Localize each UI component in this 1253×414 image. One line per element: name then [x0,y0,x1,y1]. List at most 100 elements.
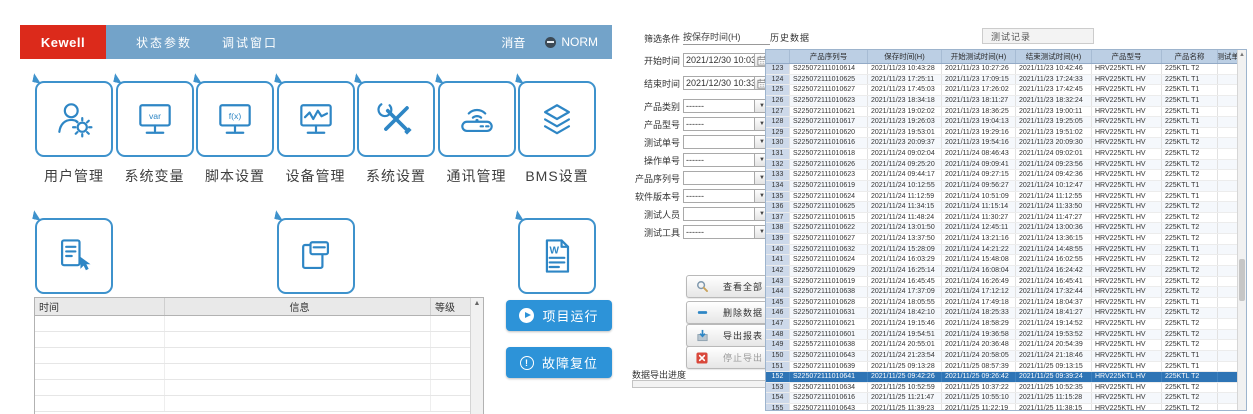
column-header-1[interactable]: 产品序列号 [790,50,868,63]
table-row[interactable]: 134S2250721110106192021/11/24 10:12:5520… [766,181,1246,192]
table-row[interactable]: 137S2250721110106152021/11/24 11:48:2420… [766,213,1246,224]
table-cell: 2021/11/24 16:45:41 [1016,277,1092,287]
column-header-6[interactable]: 产品名称 [1162,50,1218,63]
table-row[interactable]: 147S2250721110106212021/11/24 19:15:4620… [766,319,1246,330]
table-row[interactable]: 141S2250721110106242021/11/24 16:03:2920… [766,255,1246,266]
table-cell: 2021/11/24 21:23:54 [868,351,942,361]
launcher-item-user-management[interactable]: 用户管理 [34,81,114,186]
table-row[interactable]: 151S2250721110106392021/11/25 09:13:2820… [766,362,1246,373]
table-cell: 2021/11/23 18:11:27 [942,96,1016,106]
filter-input[interactable]: ------ [683,189,754,203]
filter-row-1: 开始时间2021/12/30 10:03 [634,52,770,68]
table-row[interactable]: 149S2255721110106382021/11/24 20:55:0120… [766,340,1246,351]
table-cell: 2021/11/24 11:33:50 [1016,202,1092,212]
fault-reset-button[interactable]: ! 故障复位 [506,347,612,378]
table-scrollbar[interactable]: ▲ [1237,50,1246,410]
table-row[interactable]: 143S2250721110106192021/11/24 16:45:4520… [766,277,1246,288]
row-number-cell: 151 [766,362,790,372]
table-row[interactable]: 139S2250721110106272021/11/24 13:37:5020… [766,234,1246,245]
launcher-item-system-settings[interactable]: 系统设置 [356,81,436,186]
scroll-thumb[interactable] [1239,259,1245,301]
log-scrollbar[interactable]: ▲ [470,298,483,414]
mute-button[interactable]: 消音 [501,34,525,51]
filter-input[interactable] [683,207,754,221]
process-edit-icon [277,218,355,294]
log-row[interactable] [35,380,483,396]
table-row[interactable]: 153S2250721110106342021/11/25 10:52:5920… [766,383,1246,394]
table-row[interactable]: 154S2250721110106162021/11/25 11:21:4720… [766,393,1246,404]
filter-input[interactable]: 2021/12/30 10:03 [683,53,754,67]
filter-input[interactable]: 2021/12/30 10:33 [683,76,754,90]
column-header-4[interactable]: 结束测试时间(H) [1016,50,1092,63]
table-cell: HRV225KTL HV [1092,170,1162,180]
table-row[interactable]: 136S2250721110106252021/11/24 11:34:1520… [766,202,1246,213]
table-row[interactable]: 125S2250721110106272021/11/23 17:45:0320… [766,85,1246,96]
table-row[interactable]: 126S2250721110106232021/11/23 18:34:1820… [766,96,1246,107]
table-row[interactable]: 150S2250721110106432021/11/24 21:23:5420… [766,351,1246,362]
filter-input[interactable]: ------ [683,225,754,239]
tab-history-data[interactable]: 历史数据 [770,31,810,44]
filter-input[interactable]: ------ [683,153,754,167]
filter-input[interactable]: ------ [683,117,754,131]
table-row[interactable]: 132S2250721110106262021/11/24 09:25:2020… [766,160,1246,171]
table-row[interactable]: 155S2250721110106432021/11/25 11:39:2320… [766,404,1246,411]
log-row[interactable] [35,364,483,380]
run-project-button[interactable]: 项目运行 [506,300,612,331]
scroll-up-icon[interactable]: ▲ [1238,50,1246,60]
table-cell: HRV225KTL HV [1092,128,1162,138]
table-cell: 2021/11/24 11:15:14 [942,202,1016,212]
row-number-cell: 140 [766,245,790,255]
column-header-3[interactable]: 开始测试时间(H) [942,50,1016,63]
table-cell: HRV225KTL HV [1092,107,1162,117]
table-row[interactable]: 133S2250721110106232021/11/24 09:44:1720… [766,170,1246,181]
table-row[interactable]: 146S2250721110106312021/11/24 18:42:1020… [766,308,1246,319]
table-row[interactable]: 142S2250721110106292021/11/24 16:25:1420… [766,266,1246,277]
table-cell: 2021/11/24 09:02:04 [868,149,942,159]
table-row[interactable]: 124S2250721110106252021/11/23 17:25:1120… [766,75,1246,86]
table-cell: 2021/11/25 11:15:28 [1016,393,1092,403]
launcher-item-bms-settings[interactable]: BMS设置 [517,81,597,186]
tab-test-record[interactable]: 测试记录 [982,28,1094,44]
launcher-item-device-management[interactable]: 设备管理 [276,81,356,186]
column-header-0[interactable] [766,50,790,63]
tab-status-params[interactable]: 状态参数 [136,34,192,51]
table-row[interactable]: 152S2250721110106412021/11/25 09:42:2620… [766,372,1246,383]
log-row[interactable] [35,316,483,332]
table-cell: 2021/11/25 11:39:23 [868,404,942,411]
screen: Kewell 状态参数 调试窗口 消音 NORM 用户管理var系统变量f(x)… [0,0,1253,414]
table-row[interactable]: 145S2250721110106282021/11/24 18:05:5520… [766,298,1246,309]
log-row[interactable] [35,396,483,412]
filter-input[interactable] [683,135,754,149]
filter-input[interactable] [683,171,754,185]
script-settings-icon: f(x) [196,81,274,157]
filter-input[interactable]: ------ [683,99,754,113]
log-row[interactable] [35,348,483,364]
scroll-up-icon[interactable]: ▲ [471,298,483,310]
launcher-item-script-settings[interactable]: f(x)脚本设置 [195,81,275,186]
table-row[interactable]: 127S2250721110106212021/11/23 19:02:0220… [766,107,1246,118]
table-cell: 2021/11/24 09:23:56 [1016,160,1092,170]
table-cell: 2021/11/25 09:42:26 [868,372,942,382]
table-row[interactable]: 135S2250721110106242021/11/24 11:12:5920… [766,192,1246,203]
table-row[interactable]: 140S2250721110106322021/11/24 15:28:0920… [766,245,1246,256]
column-header-2[interactable]: 保存时间(H) [868,50,942,63]
filter-mode-value[interactable]: 按保存时间(H) [683,30,770,45]
table-row[interactable]: 128S2250721110106172021/11/23 19:26:0320… [766,117,1246,128]
filter-label: 测试人员 [634,208,680,221]
table-row[interactable]: 130S2250721110106162021/11/23 20:09:3720… [766,138,1246,149]
launcher-item-comm-management[interactable]: 通讯管理 [437,81,517,186]
table-cell: 2021/11/24 19:36:58 [942,330,1016,340]
table-row[interactable]: 129S2250721110106202021/11/23 19:53:0120… [766,128,1246,139]
table-cell: S225072111010626 [790,160,868,170]
launcher-item-system-variables[interactable]: var系统变量 [115,81,195,186]
table-row[interactable]: 131S2250721110106182021/11/24 09:02:0420… [766,149,1246,160]
log-row[interactable] [35,332,483,348]
filter-row-7: 产品序列号▼ [634,170,770,186]
table-row[interactable]: 144S2250721110106382021/11/24 17:37:0920… [766,287,1246,298]
table-row[interactable]: 123S2250721110106142021/11/23 10:43:2820… [766,64,1246,75]
event-log-table: 时间信息等级 ▲ [34,297,484,414]
tab-debug-window[interactable]: 调试窗口 [222,34,278,51]
column-header-5[interactable]: 产品型号 [1092,50,1162,63]
table-row[interactable]: 148S2250721110106012021/11/24 19:54:5120… [766,330,1246,341]
table-row[interactable]: 138S2250721110106222021/11/24 13:01:5020… [766,223,1246,234]
